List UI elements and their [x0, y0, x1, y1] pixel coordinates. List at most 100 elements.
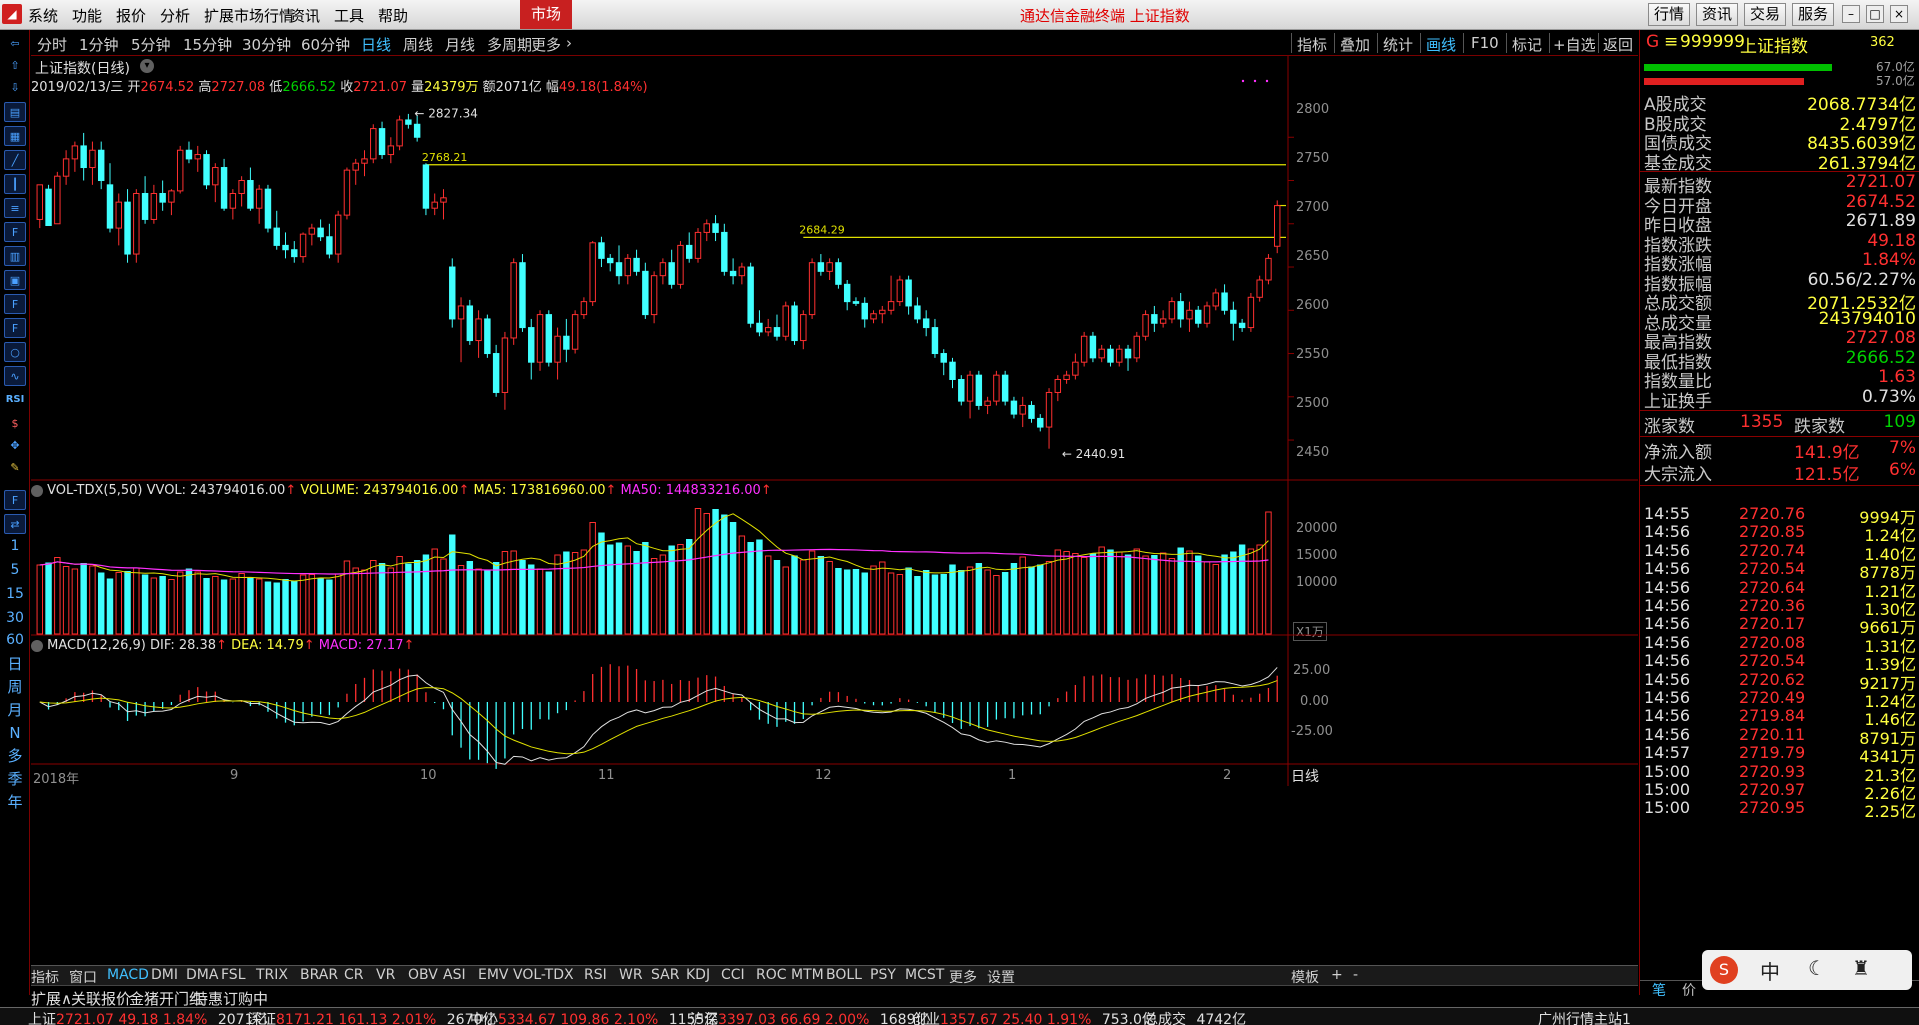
tab-special-offer[interactable]: 特惠订购中: [193, 988, 268, 1009]
report-icon[interactable]: ≡: [4, 198, 26, 218]
f12-icon[interactable]: F: [4, 294, 26, 314]
template-tab-0[interactable]: 模板: [1291, 967, 1319, 987]
quote-button[interactable]: 行情: [1648, 3, 1691, 26]
indicator-tab-20[interactable]: MTM: [791, 967, 824, 983]
toolbar-add-favorite[interactable]: +自选: [1553, 34, 1596, 55]
ime-chinese-icon[interactable]: 中: [1760, 956, 1780, 985]
period-1min[interactable]: 1: [4, 536, 26, 556]
indicator-tab-22[interactable]: PSY: [870, 967, 896, 983]
switch-icon[interactable]: ⇄: [4, 514, 26, 534]
period-tab-timeshare[interactable]: 分时: [37, 34, 67, 55]
indicator-tab-2[interactable]: MACD: [107, 967, 149, 983]
indicator-tab-5[interactable]: FSL: [221, 967, 246, 983]
index-summary[interactable]: 深证8171.21 161.13 2.01% 2670亿: [248, 1009, 496, 1025]
menu-news[interactable]: 资讯: [290, 5, 320, 26]
indicator-tab-16[interactable]: SAR: [651, 967, 679, 983]
news-list-icon[interactable]: ▣: [4, 270, 26, 290]
period-multi[interactable]: 多: [4, 746, 26, 766]
indicator-tab-4[interactable]: DMA: [186, 967, 218, 983]
chart-area[interactable]: 上证指数(日线) ▾ 2019/02/13/三 开2674.52 高2727.0…: [31, 56, 1638, 965]
f11-icon[interactable]: ▥: [4, 246, 26, 266]
menu-tools[interactable]: 工具: [334, 5, 364, 26]
period-tab-1min[interactable]: 1分钟: [79, 34, 119, 55]
toolbar-mark[interactable]: 标记: [1512, 34, 1542, 55]
f7-icon[interactable]: F: [4, 318, 26, 338]
menu-help[interactable]: 帮助: [378, 5, 408, 26]
period-tab-30min[interactable]: 30分钟: [242, 34, 291, 55]
up-arrow-icon[interactable]: ⇧: [4, 56, 26, 76]
trade-button[interactable]: 交易: [1744, 3, 1787, 26]
toolbar-f10[interactable]: F10: [1471, 34, 1499, 52]
service-button[interactable]: 服务: [1792, 3, 1835, 26]
period-week[interactable]: 周: [4, 677, 26, 697]
indicator-tab-10[interactable]: OBV: [408, 967, 438, 983]
index-summary[interactable]: 上证2721.07 49.18 1.84% 2071亿: [28, 1009, 267, 1025]
indicator-tab-17[interactable]: KDJ: [686, 967, 710, 983]
toolbar-draw[interactable]: 画线: [1426, 34, 1456, 55]
template-tab-1[interactable]: +: [1331, 967, 1343, 983]
indicator-tab-18[interactable]: CCI: [721, 967, 745, 983]
toolbar-stats[interactable]: 统计: [1383, 34, 1413, 55]
indicator-tab-7[interactable]: BRAR: [300, 967, 338, 983]
indicator-tab-13[interactable]: VOL-TDX: [513, 967, 574, 983]
indicator-tab-12[interactable]: EMV: [478, 967, 509, 983]
period-year[interactable]: 年: [4, 792, 26, 812]
indicator-tab-21[interactable]: BOLL: [826, 967, 862, 983]
f5-icon[interactable]: F: [4, 490, 26, 510]
rsi-icon[interactable]: RSI: [4, 390, 26, 410]
menu-analysis[interactable]: 分析: [160, 5, 190, 26]
period-day[interactable]: 日: [4, 654, 26, 674]
index-summary[interactable]: 沪深3397.03 66.69 2.00% 1689亿: [690, 1009, 929, 1025]
indicator-tab-25[interactable]: 设置: [987, 967, 1015, 987]
period-tab-15min[interactable]: 15分钟: [183, 34, 232, 55]
moon-icon[interactable]: ☾: [1808, 956, 1826, 980]
period-n[interactable]: N: [4, 723, 26, 743]
period-15min[interactable]: 15: [4, 584, 26, 604]
index-summary[interactable]: 创业1357.67 25.40 1.91% 753.0亿: [912, 1009, 1156, 1025]
indicator-tab-15[interactable]: WR: [619, 967, 643, 983]
menu-function[interactable]: 功能: [72, 5, 102, 26]
f10-icon[interactable]: F: [4, 222, 26, 242]
toolbar-indicator[interactable]: 指标: [1297, 34, 1327, 55]
maximize-icon[interactable]: □: [1866, 5, 1884, 23]
market-tab[interactable]: 市场: [520, 0, 572, 29]
grid-icon[interactable]: ▦: [4, 126, 26, 146]
template-tab-2[interactable]: -: [1353, 967, 1358, 983]
period-quarter[interactable]: 季: [4, 769, 26, 789]
money-icon[interactable]: $: [4, 414, 26, 434]
indicator-tab-11[interactable]: ASI: [443, 967, 466, 983]
kline-icon[interactable]: ┃: [4, 174, 26, 194]
menu-system[interactable]: 系统: [28, 5, 58, 26]
indicator-tab-14[interactable]: RSI: [584, 967, 607, 983]
chevron-right-icon[interactable]: ›: [566, 34, 572, 52]
menu-quote[interactable]: 报价: [116, 5, 146, 26]
minimize-icon[interactable]: –: [1842, 5, 1860, 23]
indicator-tab-19[interactable]: ROC: [756, 967, 787, 983]
period-tab-more[interactable]: 更多: [531, 34, 561, 55]
indicator-tab-23[interactable]: MCST: [905, 967, 944, 983]
period-60min[interactable]: 60: [4, 630, 26, 650]
period-30min[interactable]: 30: [4, 608, 26, 628]
tab-extend[interactable]: 扩展∧: [31, 988, 72, 1009]
indicator-tab-9[interactable]: VR: [376, 967, 395, 983]
indicator-tab-0[interactable]: 指标: [31, 967, 59, 987]
down-arrow-icon[interactable]: ⇩: [4, 78, 26, 98]
period-tab-60min[interactable]: 60分钟: [301, 34, 350, 55]
menu-extended-market[interactable]: 扩展市场行情: [204, 5, 294, 26]
period-tab-month[interactable]: 月线: [445, 34, 475, 55]
circle-icon[interactable]: ○: [4, 342, 26, 362]
indicator-tab-6[interactable]: TRIX: [256, 967, 288, 983]
indicator-tab-8[interactable]: CR: [344, 967, 364, 983]
news-button[interactable]: 资讯: [1696, 3, 1739, 26]
period-tab-multi[interactable]: 多周期: [487, 34, 532, 55]
period-month[interactable]: 月: [4, 700, 26, 720]
toolbar-overlay[interactable]: 叠加: [1340, 34, 1370, 55]
move-icon[interactable]: ✥: [4, 436, 26, 456]
period-5min[interactable]: 5: [4, 560, 26, 580]
period-tab-week[interactable]: 周线: [403, 34, 433, 55]
pencil-icon[interactable]: ✎: [4, 458, 26, 478]
back-arrow-icon[interactable]: ⇦: [4, 34, 26, 54]
tab-trades[interactable]: 笔: [1652, 980, 1666, 1000]
sogou-s-icon[interactable]: S: [1710, 956, 1738, 984]
period-tab-day[interactable]: 日线: [361, 34, 391, 55]
